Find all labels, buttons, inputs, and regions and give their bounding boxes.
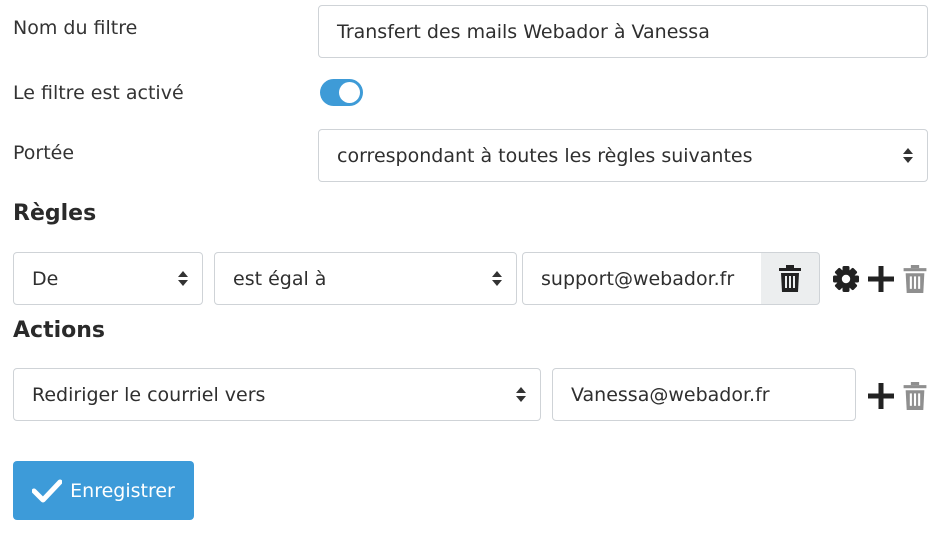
- filter-active-label: Le filtre est activé: [13, 82, 184, 104]
- select-arrows-icon: [492, 271, 502, 286]
- add-rule-plus-icon[interactable]: [867, 264, 895, 294]
- rule-header-value: De: [32, 267, 59, 290]
- filter-name-value: Transfert des mails Webador à Vanessa: [337, 20, 710, 43]
- select-arrows-icon: [903, 148, 913, 163]
- save-button[interactable]: Enregistrer: [13, 461, 194, 520]
- add-action-plus-icon[interactable]: [867, 381, 895, 411]
- clear-rule-value-button[interactable]: [761, 252, 820, 305]
- scope-value: correspondant à toutes les règles suivan…: [337, 144, 753, 167]
- action-target-value: Vanessa@webador.fr: [571, 383, 770, 406]
- filter-name-label: Nom du filtre: [13, 17, 138, 39]
- rule-header-select[interactable]: De: [13, 252, 203, 305]
- actions-heading: Actions: [13, 318, 105, 343]
- filter-name-input[interactable]: Transfert des mails Webador à Vanessa: [318, 5, 928, 58]
- rules-heading: Règles: [13, 201, 97, 226]
- action-type-value: Rediriger le courriel vers: [32, 383, 266, 406]
- trash-icon: [779, 265, 801, 292]
- checkmark-icon: [32, 479, 63, 502]
- delete-rule-trash-icon[interactable]: [901, 264, 929, 294]
- rule-operator-select[interactable]: est égal à: [214, 252, 517, 305]
- select-arrows-icon: [516, 387, 526, 402]
- toggle-knob: [339, 82, 360, 103]
- save-button-label: Enregistrer: [70, 479, 175, 502]
- action-target-input[interactable]: Vanessa@webador.fr: [552, 368, 856, 421]
- rule-settings-gear-icon[interactable]: [831, 264, 861, 294]
- filter-active-toggle[interactable]: [320, 79, 363, 106]
- rule-value-text: support@webador.fr: [541, 267, 735, 290]
- rule-value-input[interactable]: support@webador.fr: [522, 252, 762, 305]
- delete-action-trash-icon[interactable]: [901, 381, 929, 411]
- action-type-select[interactable]: Rediriger le courriel vers: [13, 368, 541, 421]
- select-arrows-icon: [178, 271, 188, 286]
- scope-label: Portée: [13, 142, 75, 164]
- scope-select[interactable]: correspondant à toutes les règles suivan…: [318, 129, 928, 182]
- rule-operator-value: est égal à: [233, 267, 327, 290]
